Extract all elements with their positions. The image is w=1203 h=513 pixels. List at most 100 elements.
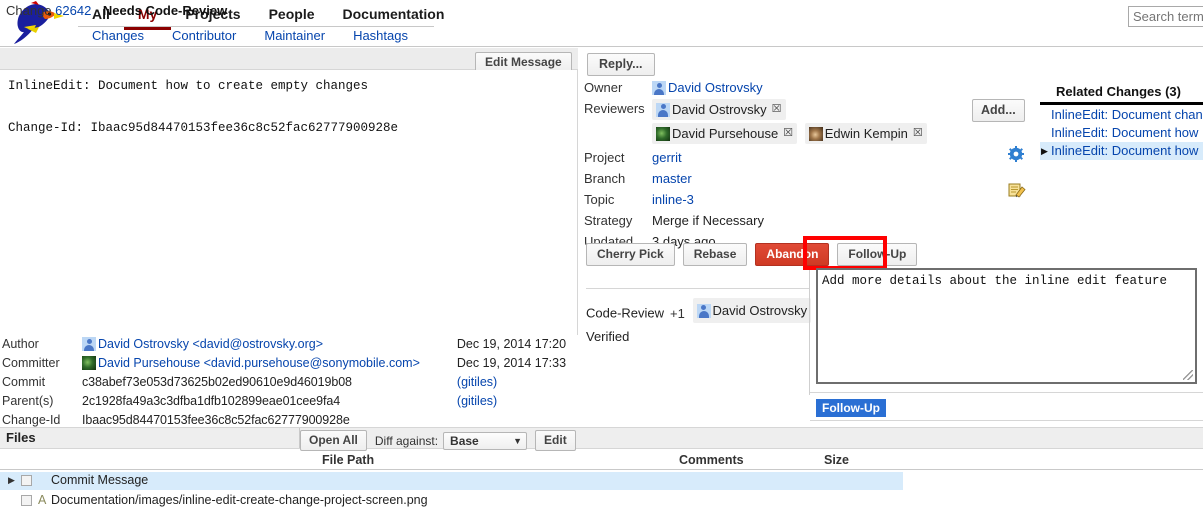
label-row-code-review: Code-Review +1 David Ostrovsky [586,298,815,325]
info-label-project: Project [580,148,652,169]
search-input[interactable] [1128,6,1203,27]
follow-up-submit-button[interactable]: Follow-Up [816,399,886,417]
reviewer-name: David Ostrovsky [672,100,767,119]
committer-link[interactable]: David Pursehouse <david.pursehouse@sonym… [98,356,420,370]
reviewer-chip[interactable]: David Ostrovsky ☒ [652,99,786,120]
topic-link[interactable]: inline-3 [652,192,694,207]
label-name: Code-Review [586,306,664,321]
related-change-item[interactable]: InlineEdit: Document how [1040,124,1203,142]
change-number-link[interactable]: 62642 [55,3,91,18]
author-link[interactable]: David Ostrovsky <david@ostrovsky.org> [98,337,323,351]
file-path-label: Documentation/images/inline-edit-create-… [51,493,428,507]
file-status-label: A [38,493,46,507]
approval-labels: Code-Review +1 David Ostrovsky Verified [586,298,815,348]
info-value-strategy: Merge if Necessary [652,211,931,232]
change-header-label: Change 62642 - Needs Code-Review [6,3,227,18]
meta-label-commit: Commit [0,374,82,393]
abandon-button[interactable]: Abandon [755,243,829,266]
default-avatar-icon [656,103,670,117]
subnav-item-hashtags[interactable]: Hashtags [339,28,422,43]
reply-button[interactable]: Reply... [587,53,655,76]
parent-gitiles-link[interactable]: (gitiles) [457,393,578,412]
table-row[interactable]: ▶ Commit Message [0,472,903,490]
chevron-down-icon: ▼ [513,436,522,446]
info-value-project: gerrit [652,148,931,169]
label-score: +1 [670,306,685,321]
related-changes-rule [1040,102,1203,105]
meta-value-committer: David Pursehouse <david.pursehouse@sonym… [82,355,457,374]
follow-up-divider-bottom [810,420,1203,421]
info-value-reviewers: David Ostrovsky ☒ David Pursehouse ☒ Edwin… [652,99,931,148]
files-section-title: Files [6,430,36,445]
reviewer-chip[interactable]: Edwin Kempin ☒ [805,123,927,144]
photo-avatar-icon [656,127,670,141]
label-voter-chip: David Ostrovsky [693,298,812,323]
meta-row-author: Author David Ostrovsky <david@ostrovsky.… [0,336,578,355]
follow-up-button[interactable]: Follow-Up [837,243,917,266]
meta-row-parents: Parent(s) 2c1928fa49a3c3dfba1dfb102899ea… [0,393,578,412]
commit-gitiles-link[interactable]: (gitiles) [457,374,578,393]
change-status: Needs Code-Review [103,3,227,18]
meta-label-committer: Committer [0,355,82,374]
info-label-owner: Owner [580,78,652,99]
info-row-branch: Branch master [580,169,931,190]
info-value-branch: master [652,169,931,190]
cherry-pick-button[interactable]: Cherry Pick [586,243,675,266]
info-label-strategy: Strategy [580,211,652,232]
info-value-owner: David Ostrovsky [652,78,931,99]
table-row[interactable]: A Documentation/images/inline-edit-creat… [0,492,903,510]
commit-message-text: InlineEdit: Document how to create empty… [0,70,578,335]
reviewer-name: David Pursehouse [672,124,778,143]
info-label-topic: Topic [580,190,652,211]
nav-divider [78,26,434,27]
reviewer-name: Edwin Kempin [825,124,908,143]
meta-row-commit: Commit c38abef73e053d73625b02ed90610e9d4… [0,374,578,393]
expand-arrow-icon[interactable]: ▶ [8,475,15,486]
follow-up-message-textarea[interactable] [816,268,1197,384]
meta-label-author: Author [0,336,82,355]
remove-reviewer-icon[interactable]: ☒ [783,124,793,143]
edit-pencil-icon[interactable] [1008,182,1026,198]
reviewer-chip[interactable]: David Pursehouse ☒ [652,123,797,144]
edit-button[interactable]: Edit [535,430,576,451]
column-header-size: Size [824,453,849,467]
info-label-branch: Branch [580,169,652,190]
related-change-item[interactable]: InlineEdit: Document chan [1040,106,1203,124]
follow-up-divider-top [810,392,1203,393]
meta-value-commit: c38abef73e053d73625b02ed90610e9d46019b08 [82,374,457,393]
owner-link[interactable]: David Ostrovsky [668,80,763,95]
default-avatar-icon [697,304,711,318]
meta-value-author: David Ostrovsky <david@ostrovsky.org> [82,336,457,355]
diff-against-select[interactable]: Base ▼ [443,432,527,450]
add-reviewer-button[interactable]: Add... [972,99,1025,122]
file-checkbox[interactable] [21,475,32,486]
info-row-topic: Topic inline-3 [580,190,931,211]
label-row-verified: Verified [586,325,815,348]
info-value-topic: inline-3 [652,190,931,211]
info-row-owner: Owner David Ostrovsky [580,78,931,99]
meta-label-parents: Parent(s) [0,393,82,412]
label-name: Verified [586,329,629,344]
files-controls: Open All Diff against: Base ▼ Edit [300,430,576,451]
gear-icon[interactable] [1008,146,1024,162]
column-header-comments: Comments [679,453,744,467]
remove-reviewer-icon[interactable]: ☒ [772,100,782,119]
open-all-button[interactable]: Open All [300,430,367,451]
subnav-item-contributor[interactable]: Contributor [158,28,250,43]
meta-row-committer: Committer David Pursehouse <david.purseh… [0,355,578,374]
project-link[interactable]: gerrit [652,150,682,165]
default-avatar-icon [82,337,96,351]
default-avatar-icon [652,81,666,95]
rebase-button[interactable]: Rebase [683,243,748,266]
branch-link[interactable]: master [652,171,692,186]
file-checkbox[interactable] [21,495,32,506]
labels-divider [586,288,810,289]
related-change-item-current[interactable]: InlineEdit: Document how [1040,142,1203,160]
photo-avatar-icon [82,356,96,370]
info-label-reviewers: Reviewers [580,99,652,148]
subnav-item-changes[interactable]: Changes [78,28,158,43]
files-toolbar [0,427,1203,449]
file-path-label: Commit Message [51,473,148,487]
subnav-item-maintainer[interactable]: Maintainer [250,28,339,43]
remove-reviewer-icon[interactable]: ☒ [913,124,923,143]
